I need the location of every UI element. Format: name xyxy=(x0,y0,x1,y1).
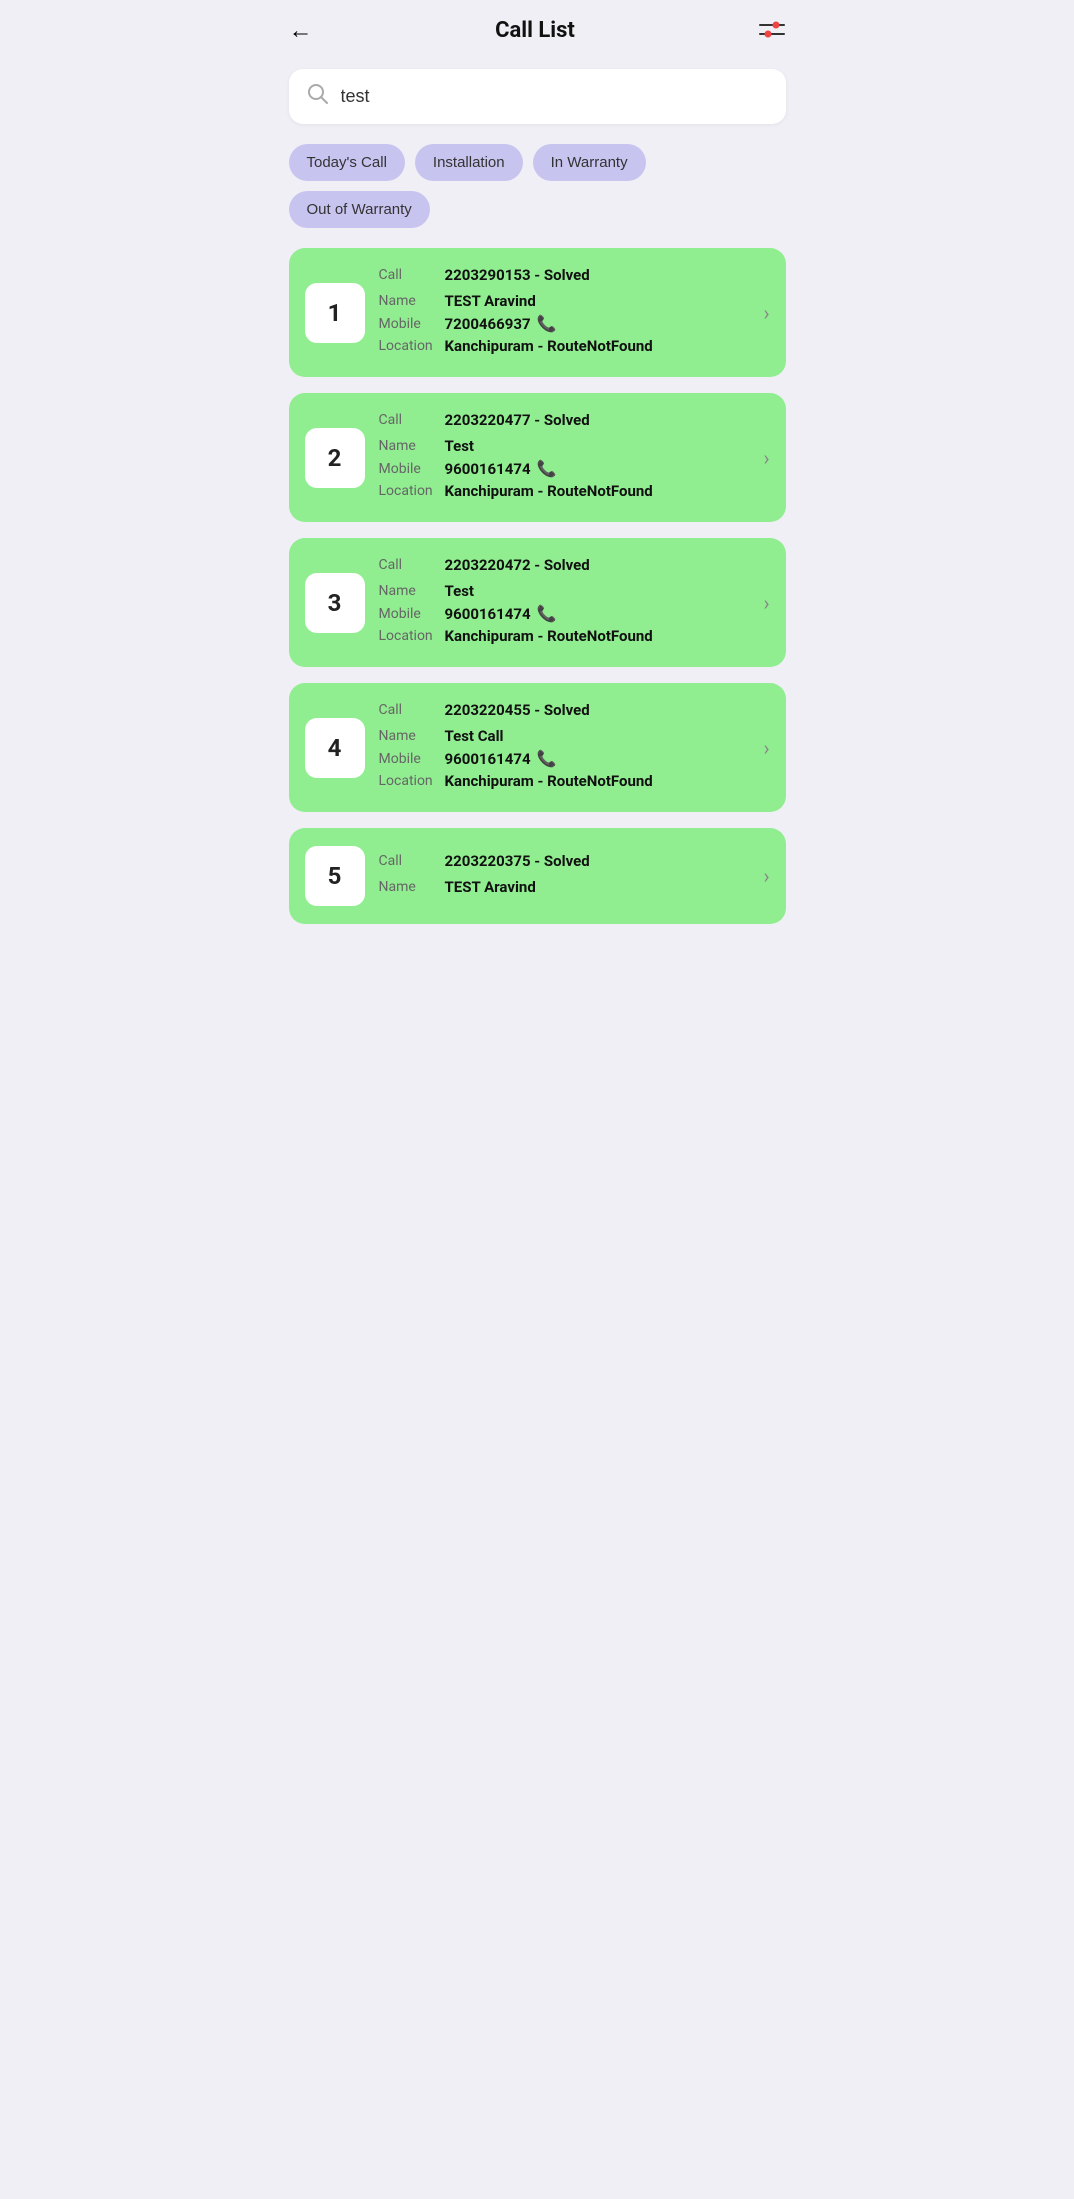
call-list: 1 Call 2203290153 - Solved Name TEST Ara… xyxy=(269,248,806,944)
mobile-label: Mobile xyxy=(379,606,439,622)
location-label: Location xyxy=(379,338,439,354)
chevron-right-icon: › xyxy=(763,864,769,888)
call-details: Call 2203220375 - Solved Name TEST Aravi… xyxy=(379,852,750,900)
filter-icon xyxy=(758,20,786,42)
name-label: Name xyxy=(379,583,439,599)
mobile-label: Mobile xyxy=(379,751,439,767)
call-id: 2203220375 - Solved xyxy=(445,852,590,870)
call-location: Kanchipuram - RouteNotFound xyxy=(445,482,653,500)
call-number-badge: 3 xyxy=(305,573,365,633)
call-id: 2203220472 - Solved xyxy=(445,556,590,574)
chevron-right-icon: › xyxy=(763,591,769,615)
call-number-badge: 1 xyxy=(305,283,365,343)
call-mobile: 9600161474 xyxy=(445,605,531,623)
call-location: Kanchipuram - RouteNotFound xyxy=(445,772,653,790)
page-title: Call List xyxy=(495,18,575,43)
chevron-right-icon: › xyxy=(763,301,769,325)
call-label: Call xyxy=(379,557,439,573)
filter-tabs: Today's Call Installation In Warranty Ou… xyxy=(269,144,806,248)
call-card[interactable]: 3 Call 2203220472 - Solved Name Test Mob… xyxy=(289,538,786,667)
call-card[interactable]: 2 Call 2203220477 - Solved Name Test Mob… xyxy=(289,393,786,522)
location-label: Location xyxy=(379,773,439,789)
back-button[interactable]: ← xyxy=(289,16,313,45)
phone-icon[interactable]: 📞 xyxy=(537,604,557,623)
call-name: TEST Aravind xyxy=(445,292,536,310)
call-name: TEST Aravind xyxy=(445,878,536,896)
call-details: Call 2203220455 - Solved Name Test Call … xyxy=(379,701,750,794)
call-id: 2203220477 - Solved xyxy=(445,411,590,429)
call-number-badge: 5 xyxy=(305,846,365,906)
call-mobile: 9600161474 xyxy=(445,460,531,478)
call-name: Test Call xyxy=(445,727,504,745)
header: ← Call List xyxy=(269,0,806,61)
chevron-right-icon: › xyxy=(763,446,769,470)
call-name: Test xyxy=(445,437,475,455)
call-details: Call 2203220477 - Solved Name Test Mobil… xyxy=(379,411,750,504)
chevron-right-icon: › xyxy=(763,736,769,760)
phone-icon[interactable]: 📞 xyxy=(537,314,557,333)
call-label: Call xyxy=(379,267,439,283)
call-details: Call 2203290153 - Solved Name TEST Aravi… xyxy=(379,266,750,359)
call-label: Call xyxy=(379,702,439,718)
call-details: Call 2203220472 - Solved Name Test Mobil… xyxy=(379,556,750,649)
call-number-badge: 2 xyxy=(305,428,365,488)
name-label: Name xyxy=(379,438,439,454)
location-label: Location xyxy=(379,483,439,499)
location-label: Location xyxy=(379,628,439,644)
call-location: Kanchipuram - RouteNotFound xyxy=(445,337,653,355)
name-label: Name xyxy=(379,728,439,744)
tab-out-of-warranty[interactable]: Out of Warranty xyxy=(289,191,430,228)
search-input[interactable] xyxy=(341,86,768,107)
call-name: Test xyxy=(445,582,475,600)
call-label: Call xyxy=(379,412,439,428)
tab-in-warranty[interactable]: In Warranty xyxy=(533,144,646,181)
search-icon xyxy=(307,83,329,110)
phone-icon[interactable]: 📞 xyxy=(537,459,557,478)
call-id: 2203220455 - Solved xyxy=(445,701,590,719)
search-bar xyxy=(289,69,786,124)
call-location: Kanchipuram - RouteNotFound xyxy=(445,627,653,645)
call-label: Call xyxy=(379,853,439,869)
name-label: Name xyxy=(379,293,439,309)
tab-installation[interactable]: Installation xyxy=(415,144,523,181)
name-label: Name xyxy=(379,879,439,895)
call-card[interactable]: 1 Call 2203290153 - Solved Name TEST Ara… xyxy=(289,248,786,377)
filter-button[interactable] xyxy=(758,20,786,42)
mobile-label: Mobile xyxy=(379,461,439,477)
phone-icon[interactable]: 📞 xyxy=(537,749,557,768)
call-mobile: 7200466937 xyxy=(445,315,531,333)
mobile-label: Mobile xyxy=(379,316,439,332)
tab-todays-call[interactable]: Today's Call xyxy=(289,144,405,181)
call-card[interactable]: 4 Call 2203220455 - Solved Name Test Cal… xyxy=(289,683,786,812)
call-card[interactable]: 5 Call 2203220375 - Solved Name TEST Ara… xyxy=(289,828,786,924)
call-mobile: 9600161474 xyxy=(445,750,531,768)
call-number-badge: 4 xyxy=(305,718,365,778)
call-id: 2203290153 - Solved xyxy=(445,266,590,284)
